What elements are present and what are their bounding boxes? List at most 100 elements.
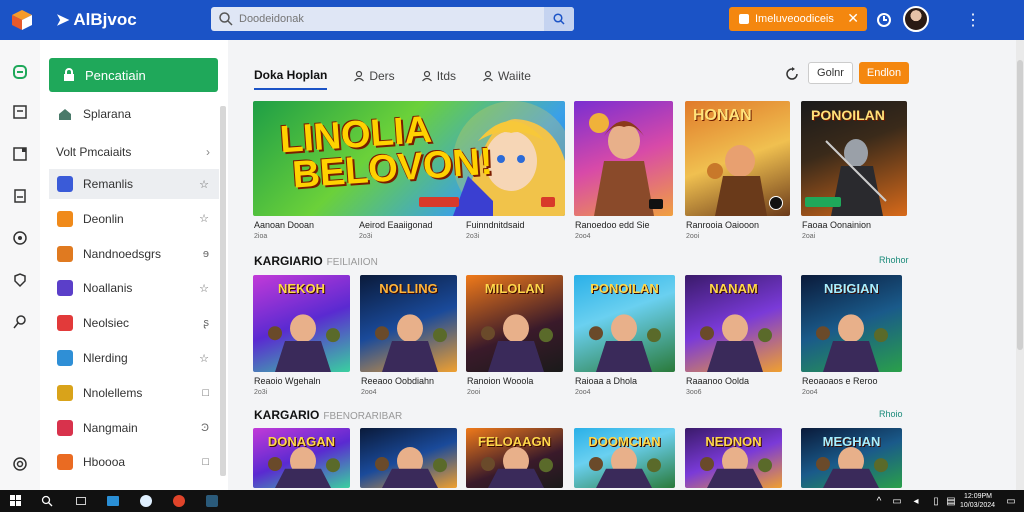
downloads-icon[interactable] xyxy=(10,186,30,206)
search-button[interactable] xyxy=(544,7,574,31)
tab-3[interactable]: Waiite xyxy=(482,62,531,90)
taskbar-search-icon[interactable] xyxy=(40,494,54,508)
card-caption[interactable]: Reaoio Wgehaln xyxy=(254,376,321,386)
home-icon[interactable] xyxy=(10,62,30,82)
page-scrollbar[interactable] xyxy=(1016,40,1024,490)
game-card[interactable]: DOOMCIAN xyxy=(574,428,675,488)
card-art-title: NEDNON xyxy=(705,434,762,449)
library-icon[interactable] xyxy=(10,102,30,122)
favorite-icon[interactable]: ɘ xyxy=(203,248,209,260)
friends-icon[interactable] xyxy=(10,228,30,248)
sidebar-item[interactable]: Neolsiec ʂ xyxy=(49,308,219,338)
card-caption[interactable]: Reeaoo Oobdiahn xyxy=(361,376,434,386)
sidebar-item[interactable]: Nnolellems □ xyxy=(49,378,219,408)
primary-action-button[interactable]: Endlon xyxy=(859,62,909,84)
card-art-title: PONOILAN xyxy=(590,281,659,296)
game-card[interactable]: FELOAAGN xyxy=(466,428,563,488)
sidebar: Pencatiain Splarana Volt Pmcaiaits › Rem… xyxy=(40,40,228,490)
game-card-honan[interactable]: HONAN xyxy=(685,101,790,216)
tab-1[interactable]: Ders xyxy=(353,62,395,90)
sidebar-item[interactable]: Nlerding ☆ xyxy=(49,343,219,373)
game-card[interactable]: MILOLAN xyxy=(466,275,563,372)
promo-banner[interactable]: Imeluveoodiceis ✕ xyxy=(729,7,867,31)
brand[interactable]: ➤ AlBjvoc xyxy=(56,10,137,30)
close-icon[interactable]: ✕ xyxy=(847,10,859,27)
card-caption[interactable]: Ranrooia Oaiooon xyxy=(686,220,759,230)
card-subtitle: 3oo6 xyxy=(686,389,702,396)
volume-icon[interactable]: ◂ xyxy=(909,494,923,508)
favorite-icon[interactable]: □ xyxy=(202,456,209,468)
tab-0[interactable]: Doka Hoplan xyxy=(254,62,328,90)
primary-nav-button[interactable]: Pencatiain xyxy=(49,58,218,92)
notifications-icon[interactable] xyxy=(873,9,895,31)
game-card[interactable]: PONOILAN xyxy=(574,275,675,372)
card-caption[interactable]: Ranoedoo edd Sie xyxy=(575,220,650,230)
store-app-icon[interactable] xyxy=(205,494,219,508)
tray-up-icon[interactable]: ^ xyxy=(872,494,886,508)
play-icon[interactable] xyxy=(769,196,783,210)
card-caption[interactable]: Raaanoo Oolda xyxy=(686,376,749,386)
sidebar-item[interactable]: Noallanis ☆ xyxy=(49,273,219,303)
file-explorer-icon[interactable] xyxy=(106,494,120,508)
game-card[interactable]: NANAM xyxy=(685,275,782,372)
clock[interactable]: 12:09PM 10/03/2024 xyxy=(960,492,995,510)
task-view-icon[interactable] xyxy=(74,494,88,508)
search-rail-icon[interactable] xyxy=(10,312,30,332)
game-card[interactable]: DONAGAN xyxy=(253,428,350,488)
sidebar-item[interactable]: Remanlis ☆ xyxy=(49,169,219,199)
favorite-icon[interactable]: ☆ xyxy=(199,212,209,225)
avatar[interactable] xyxy=(903,6,929,32)
settings-icon[interactable] xyxy=(10,454,30,474)
game-card[interactable]: NOLLING xyxy=(360,275,457,372)
game-card-warrior[interactable] xyxy=(574,101,673,216)
battery-icon[interactable]: ▯ xyxy=(929,494,943,508)
game-card[interactable]: MEGHAN xyxy=(801,428,902,488)
browser-icon[interactable] xyxy=(139,494,153,508)
favorite-icon[interactable]: ʂ xyxy=(204,317,210,329)
sidebar-item-label: Hboooa xyxy=(83,455,126,470)
see-all-link[interactable]: Rhoio xyxy=(879,409,903,419)
card-caption[interactable]: Faoaa Oonainion xyxy=(802,220,871,230)
game-card[interactable]: NEDNON xyxy=(685,428,782,488)
favorite-icon[interactable]: ☆ xyxy=(199,178,209,191)
windows-start-icon[interactable] xyxy=(9,494,23,508)
app-logo-icon[interactable] xyxy=(10,8,34,32)
favorite-icon[interactable]: ☆ xyxy=(199,282,209,295)
tab-2[interactable]: Itds xyxy=(421,62,456,90)
sidebar-scrollbar[interactable] xyxy=(220,106,226,476)
secondary-button[interactable]: Golnr xyxy=(808,62,853,84)
sidebar-item[interactable]: Deonlin ☆ xyxy=(49,204,219,234)
more-menu-icon[interactable]: ⋮ xyxy=(962,9,984,31)
card-caption[interactable]: Ranoion Wooola xyxy=(467,376,533,386)
featured-hero-card[interactable]: LINOLIA BELOVON! xyxy=(253,101,565,216)
scrollbar-thumb[interactable] xyxy=(1017,60,1023,350)
favorite-icon[interactable]: ☆ xyxy=(199,352,209,365)
card-caption[interactable]: Aeirod Eaaiigonad xyxy=(359,220,433,230)
sidebar-item-first[interactable]: Splarana xyxy=(49,99,219,129)
game-card-ponoilan[interactable]: PONOILAN xyxy=(801,101,907,216)
sidebar-item[interactable]: Nandnoedsgrs ɘ xyxy=(49,239,219,269)
refresh-icon[interactable] xyxy=(784,66,800,82)
sidebar-section-header[interactable]: Volt Pmcaiaits › xyxy=(56,142,216,162)
card-caption[interactable]: Aanoan Dooan xyxy=(254,220,314,230)
game-card[interactable]: NBIGIAN xyxy=(801,275,902,372)
shield-icon[interactable] xyxy=(10,270,30,290)
favorite-icon[interactable]: Ͽ xyxy=(201,422,209,434)
card-caption[interactable]: Reoaoaos e Reroo xyxy=(802,376,878,386)
taskbar: ^ ▭ ◂ ▯ ▤ 12:09PM 10/03/2024 ▭ xyxy=(0,490,1024,512)
card-caption[interactable]: Fuinndnitdsaid xyxy=(466,220,525,230)
search-bar[interactable] xyxy=(211,7,574,31)
network-icon[interactable]: ▭ xyxy=(890,494,904,508)
language-icon[interactable]: ▤ xyxy=(944,494,958,508)
favorite-icon[interactable]: □ xyxy=(202,387,209,399)
store-icon[interactable] xyxy=(10,144,30,164)
search-input[interactable] xyxy=(239,13,539,25)
sidebar-item[interactable]: Nangmain Ͽ xyxy=(49,413,219,443)
game-card[interactable]: NEKOH xyxy=(253,275,350,372)
card-caption[interactable]: Raioaa a Dhola xyxy=(575,376,637,386)
see-all-link[interactable]: Rhohor xyxy=(879,255,909,265)
sidebar-item[interactable]: Hboooa □ xyxy=(49,447,219,477)
game-card[interactable] xyxy=(360,428,457,488)
notification-center-icon[interactable]: ▭ xyxy=(1004,494,1018,508)
app-icon[interactable] xyxy=(172,494,186,508)
